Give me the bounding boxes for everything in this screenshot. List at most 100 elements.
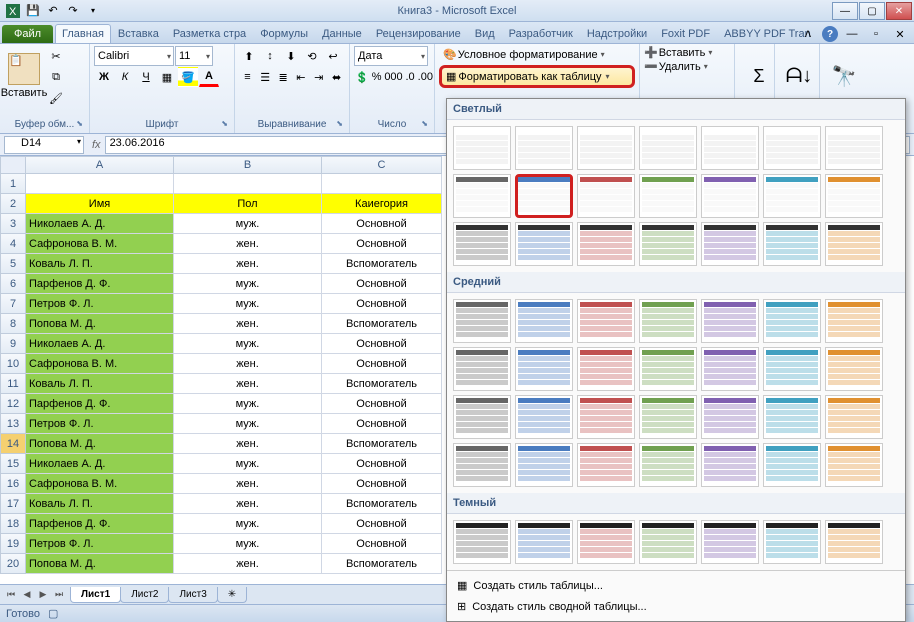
select-all-corner[interactable] xyxy=(0,156,26,174)
row-header[interactable]: 12 xyxy=(0,394,26,414)
autosum-button[interactable]: Σ xyxy=(739,46,779,106)
cell[interactable]: Сафронова В. М. xyxy=(26,234,174,254)
cell[interactable]: муж. xyxy=(174,454,322,474)
sheet-tab-3[interactable]: Лист3 xyxy=(168,587,217,603)
cell[interactable]: жен. xyxy=(174,374,322,394)
cell[interactable]: Вспомогатель xyxy=(322,314,442,334)
maximize-button[interactable]: ▢ xyxy=(859,2,885,20)
row-header[interactable]: 19 xyxy=(0,534,26,554)
font-color-button[interactable]: A xyxy=(199,67,219,87)
number-format-combo[interactable]: Дата xyxy=(354,46,428,66)
row-header[interactable]: 7 xyxy=(0,294,26,314)
tab-nav-last-icon[interactable]: ⏭ xyxy=(52,588,66,602)
cell[interactable]: муж. xyxy=(174,274,322,294)
underline-button[interactable]: Ч xyxy=(136,67,156,87)
bold-button[interactable]: Ж xyxy=(94,67,114,87)
align-center-icon[interactable]: ☰ xyxy=(257,67,274,87)
wrap-text-icon[interactable]: ↩ xyxy=(323,46,343,66)
table-style-swatch[interactable] xyxy=(825,222,883,266)
table-style-swatch[interactable] xyxy=(577,174,635,218)
cell[interactable]: Вспомогатель xyxy=(322,554,442,574)
table-style-swatch[interactable] xyxy=(453,299,511,343)
row-header[interactable]: 10 xyxy=(0,354,26,374)
cell[interactable]: Основной xyxy=(322,234,442,254)
table-style-swatch[interactable] xyxy=(825,174,883,218)
font-name-combo[interactable]: Calibri xyxy=(94,46,174,66)
close-button[interactable]: ✕ xyxy=(886,2,912,20)
delete-cells-button[interactable]: ➖Удалить▾ xyxy=(644,60,730,73)
table-style-swatch[interactable] xyxy=(701,222,759,266)
cell[interactable]: Петров Ф. Л. xyxy=(26,534,174,554)
qat-dropdown-icon[interactable]: ▾ xyxy=(84,2,102,20)
row-header[interactable]: 20 xyxy=(0,554,26,574)
cell[interactable]: муж. xyxy=(174,414,322,434)
table-style-swatch[interactable] xyxy=(515,347,573,391)
cell[interactable]: Основной xyxy=(322,214,442,234)
row-header[interactable]: 1 xyxy=(0,174,26,194)
cell[interactable]: Попова М. Д. xyxy=(26,314,174,334)
cell[interactable]: Попова М. Д. xyxy=(26,554,174,574)
table-style-swatch[interactable] xyxy=(701,174,759,218)
table-style-swatch[interactable] xyxy=(515,520,573,564)
table-style-swatch[interactable] xyxy=(453,395,511,439)
table-style-swatch[interactable] xyxy=(825,395,883,439)
cell[interactable]: Основной xyxy=(322,474,442,494)
new-sheet-tab[interactable]: ✳ xyxy=(217,587,247,603)
border-button[interactable]: ▦ xyxy=(157,67,177,87)
cell[interactable]: Основной xyxy=(322,514,442,534)
table-style-swatch[interactable] xyxy=(639,520,697,564)
orientation-icon[interactable]: ⟲ xyxy=(302,46,322,66)
cell[interactable]: жен. xyxy=(174,254,322,274)
minimize-ribbon-icon[interactable]: ᐱ xyxy=(798,24,818,44)
cell[interactable]: Парфенов Д. Ф. xyxy=(26,274,174,294)
table-style-swatch[interactable] xyxy=(453,174,511,218)
cell[interactable]: жен. xyxy=(174,314,322,334)
table-style-swatch[interactable] xyxy=(577,520,635,564)
align-bottom-icon[interactable]: ⬇ xyxy=(281,46,301,66)
font-size-combo[interactable]: 11 xyxy=(175,46,213,66)
comma-icon[interactable]: 000 xyxy=(383,67,403,87)
table-style-swatch[interactable] xyxy=(701,347,759,391)
cell[interactable]: Коваль Л. П. xyxy=(26,374,174,394)
table-style-swatch[interactable] xyxy=(515,299,573,343)
cell[interactable]: Каиегория xyxy=(322,194,442,214)
cell[interactable]: муж. xyxy=(174,334,322,354)
table-style-swatch[interactable] xyxy=(701,443,759,487)
cell[interactable]: Парфенов Д. Ф. xyxy=(26,514,174,534)
increase-decimal-icon[interactable]: .0 xyxy=(404,67,415,87)
cell[interactable]: Сафронова В. М. xyxy=(26,474,174,494)
currency-icon[interactable]: 💲 xyxy=(354,67,370,87)
italic-button[interactable]: К xyxy=(115,67,135,87)
row-header[interactable]: 6 xyxy=(0,274,26,294)
table-style-swatch[interactable] xyxy=(701,520,759,564)
undo-icon[interactable]: ↶ xyxy=(44,2,62,20)
cell[interactable]: Петров Ф. Л. xyxy=(26,294,174,314)
tab-formulas[interactable]: Формулы xyxy=(253,24,315,43)
table-style-swatch[interactable] xyxy=(577,222,635,266)
table-style-swatch[interactable] xyxy=(515,126,573,170)
cell[interactable]: Николаев А. Д. xyxy=(26,334,174,354)
cell[interactable]: жен. xyxy=(174,354,322,374)
table-style-swatch[interactable] xyxy=(639,395,697,439)
copy-icon[interactable]: ⧉ xyxy=(46,67,66,87)
table-style-swatch[interactable] xyxy=(639,126,697,170)
align-left-icon[interactable]: ≡ xyxy=(239,67,256,87)
tab-home[interactable]: Главная xyxy=(55,24,111,43)
row-header[interactable]: 8 xyxy=(0,314,26,334)
row-header[interactable]: 3 xyxy=(0,214,26,234)
cell[interactable]: жен. xyxy=(174,474,322,494)
table-style-swatch[interactable] xyxy=(639,222,697,266)
tab-developer[interactable]: Разработчик xyxy=(502,24,580,43)
cell[interactable]: Коваль Л. П. xyxy=(26,254,174,274)
tab-view[interactable]: Вид xyxy=(468,24,502,43)
format-as-table-button[interactable]: ▦ Форматировать как таблицу▾ xyxy=(439,65,635,88)
table-style-swatch[interactable] xyxy=(577,126,635,170)
window-close-icon[interactable]: ✕ xyxy=(890,24,910,44)
table-style-swatch[interactable] xyxy=(763,443,821,487)
cell[interactable] xyxy=(322,174,442,194)
row-header[interactable]: 13 xyxy=(0,414,26,434)
tab-insert[interactable]: Вставка xyxy=(111,24,166,43)
table-style-swatch[interactable] xyxy=(825,347,883,391)
cell[interactable]: Пол xyxy=(174,194,322,214)
cell[interactable]: Основной xyxy=(322,414,442,434)
